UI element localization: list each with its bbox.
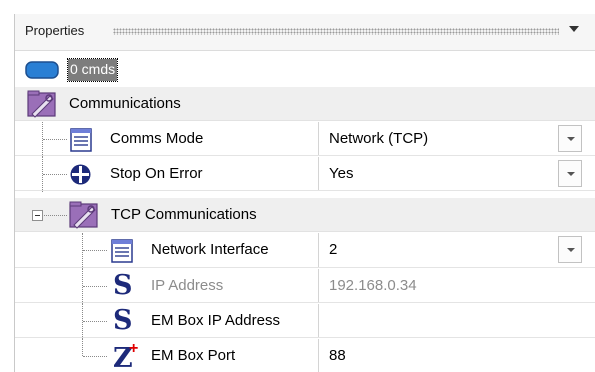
property-em-box-ip-address[interactable]: S EM Box IP Address <box>15 304 595 339</box>
collapse-toggle-icon[interactable] <box>32 210 43 221</box>
property-label: IP Address <box>151 277 224 294</box>
property-label: Network Interface <box>151 241 269 258</box>
chevron-down-icon[interactable] <box>569 26 579 32</box>
property-label: Comms Mode <box>110 130 204 147</box>
string-s-icon: S <box>113 305 133 336</box>
property-label: EM Box IP Address <box>151 312 280 329</box>
property-ip-address[interactable]: S IP Address 192.168.0.34 <box>15 269 595 304</box>
folder-settings-icon <box>69 201 98 229</box>
property-em-box-port[interactable]: Z + EM Box Port 88 <box>15 339 595 372</box>
dropdown-button[interactable] <box>558 160 582 187</box>
property-label: Stop On Error <box>110 165 203 182</box>
document-list-icon <box>70 128 92 152</box>
rounded-rectangle-icon <box>25 61 59 79</box>
document-list-icon <box>111 239 133 263</box>
properties-header: Properties <box>15 14 595 51</box>
property-value: 192.168.0.34 <box>329 277 417 294</box>
category-tcp-label: TCP Communications <box>111 206 257 223</box>
string-s-icon: S <box>113 270 133 301</box>
command-node-row[interactable]: 0 cmds <box>15 52 595 86</box>
properties-panel: Properties 0 cmds Communications Comms M… <box>14 14 595 372</box>
crosshair-icon <box>70 164 91 185</box>
folder-settings-icon <box>27 90 56 118</box>
property-value[interactable]: 2 <box>329 241 337 258</box>
property-value[interactable]: 88 <box>329 347 346 364</box>
dropdown-button[interactable] <box>558 236 582 263</box>
category-communications-label: Communications <box>69 95 181 112</box>
category-communications[interactable]: Communications <box>15 87 595 121</box>
dropdown-button[interactable] <box>558 125 582 152</box>
property-stop-on-error[interactable]: Stop On Error Yes <box>15 157 595 192</box>
required-star-icon: + <box>129 340 139 357</box>
command-count: 0 cmds <box>66 58 119 82</box>
category-tcp-communications[interactable]: TCP Communications <box>15 198 595 232</box>
property-value[interactable]: Yes <box>329 165 353 182</box>
property-network-interface[interactable]: Network Interface 2 <box>15 233 595 269</box>
property-label: EM Box Port <box>151 347 236 364</box>
properties-title: Properties <box>25 23 85 38</box>
property-comms-mode[interactable]: Comms Mode Network (TCP) <box>15 122 595 157</box>
drag-grip[interactable] <box>113 28 559 35</box>
property-value[interactable]: Network (TCP) <box>329 130 428 147</box>
